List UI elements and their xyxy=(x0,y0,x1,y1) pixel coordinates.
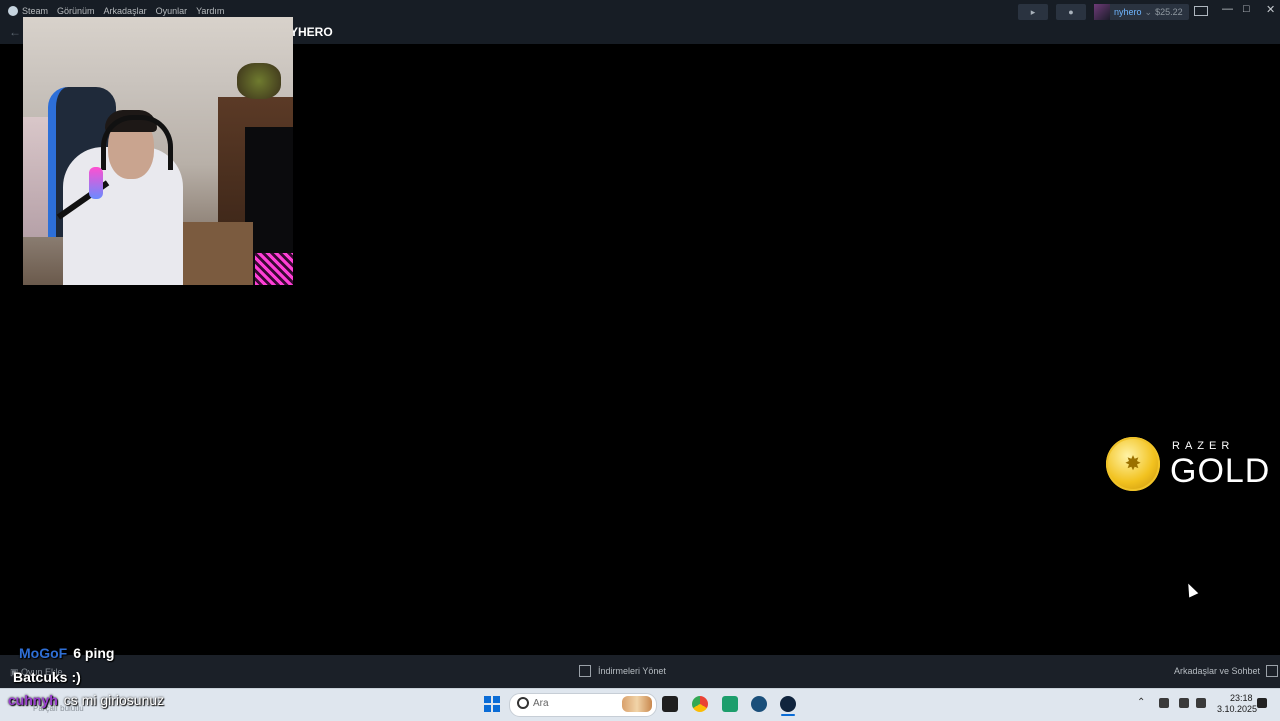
razer-gold-logo: ✸ RAZER GOLD xyxy=(1106,437,1271,493)
maximize-icon[interactable]: □ xyxy=(1243,3,1250,15)
active-app-indicator xyxy=(781,714,795,716)
search-highlight-image xyxy=(622,696,652,712)
gold-wordmark: GOLD xyxy=(1170,452,1271,490)
webcam-overlay xyxy=(23,17,293,285)
windows-start-icon[interactable] xyxy=(484,696,500,712)
file-explorer-icon[interactable] xyxy=(662,696,678,712)
chat-text: 6 ping xyxy=(73,645,115,661)
microphone xyxy=(89,167,103,199)
avatar xyxy=(1094,4,1110,20)
friends-chat-label: Arkadaşlar ve Sohbet xyxy=(1174,666,1261,676)
notification-icon[interactable] xyxy=(1257,698,1267,708)
steam-menu-bar: Steam Görünüm Arkadaşlar Oyunlar Yardım xyxy=(8,6,233,16)
chrome-icon[interactable] xyxy=(692,696,708,712)
razer-coin-icon: ✸ xyxy=(1106,437,1160,491)
headset xyxy=(101,115,173,170)
chat-text: cs mi giriosunuz xyxy=(63,692,165,708)
minimize-icon[interactable]: — xyxy=(1222,3,1233,15)
close-icon[interactable]: ✕ xyxy=(1266,3,1275,16)
chat-message: cuhnyh cs mi giriosunuz xyxy=(8,692,164,708)
menu-games[interactable]: Oyunlar xyxy=(156,6,188,16)
friends-chat-button[interactable]: Arkadaşlar ve Sohbet xyxy=(1174,665,1279,677)
volume-icon[interactable] xyxy=(1196,698,1206,708)
clock-time[interactable]: 23:18 xyxy=(1230,693,1253,703)
menu-help[interactable]: Yardım xyxy=(196,6,224,16)
chat-message: MoGoF 6 ping xyxy=(19,645,114,661)
big-picture-icon[interactable] xyxy=(1194,6,1208,16)
menu-view[interactable]: Görünüm xyxy=(57,6,95,16)
tray-chevron-icon[interactable]: ⌃ xyxy=(1137,697,1145,708)
account-name: nyhero xyxy=(1114,7,1142,17)
wallet-balance: $25.22 xyxy=(1155,7,1183,17)
back-arrow-icon[interactable]: ← xyxy=(9,25,21,39)
manage-downloads-button[interactable]: İndirmeleri Yönet xyxy=(579,665,666,677)
chat-icon xyxy=(1266,665,1279,677)
download-icon xyxy=(579,665,591,677)
steam-logo-icon xyxy=(8,6,18,16)
app-icon[interactable] xyxy=(722,696,738,712)
chat-message: Batcuks:) xyxy=(13,669,81,685)
account-menu[interactable]: nyhero ⌄ $25.22 xyxy=(1094,4,1189,20)
menu-steam[interactable]: Steam xyxy=(8,6,48,16)
microphone-icon[interactable] xyxy=(1159,698,1169,708)
clock-date[interactable]: 3.10.2025 xyxy=(1217,704,1257,714)
announcements-button[interactable]: ▸ xyxy=(1018,4,1048,20)
steam-icon[interactable] xyxy=(780,696,796,712)
megaphone-icon: ▸ xyxy=(1030,7,1036,17)
network-icon[interactable] xyxy=(1179,698,1189,708)
razer-snake-icon: ✸ xyxy=(1124,453,1142,475)
chevron-down-icon: ⌄ xyxy=(1144,6,1153,17)
chat-text: :) xyxy=(71,669,81,685)
search-icon xyxy=(517,697,529,709)
rgb-keyboard xyxy=(255,253,293,285)
bell-icon: ● xyxy=(1068,7,1074,17)
sync-app-icon[interactable] xyxy=(751,696,767,712)
chat-username: cuhnyh xyxy=(8,692,58,708)
notifications-button[interactable]: ● xyxy=(1056,4,1086,20)
page-title: YHERO xyxy=(290,25,333,39)
webcam-decor xyxy=(237,63,281,99)
downloads-label: İndirmeleri Yönet xyxy=(598,666,666,676)
chat-username: Batcuks xyxy=(13,669,68,685)
search-placeholder: Ara xyxy=(533,698,549,709)
chat-username: MoGoF xyxy=(19,645,68,661)
razer-wordmark: RAZER xyxy=(1172,440,1235,452)
menu-friends[interactable]: Arkadaşlar xyxy=(104,6,147,16)
